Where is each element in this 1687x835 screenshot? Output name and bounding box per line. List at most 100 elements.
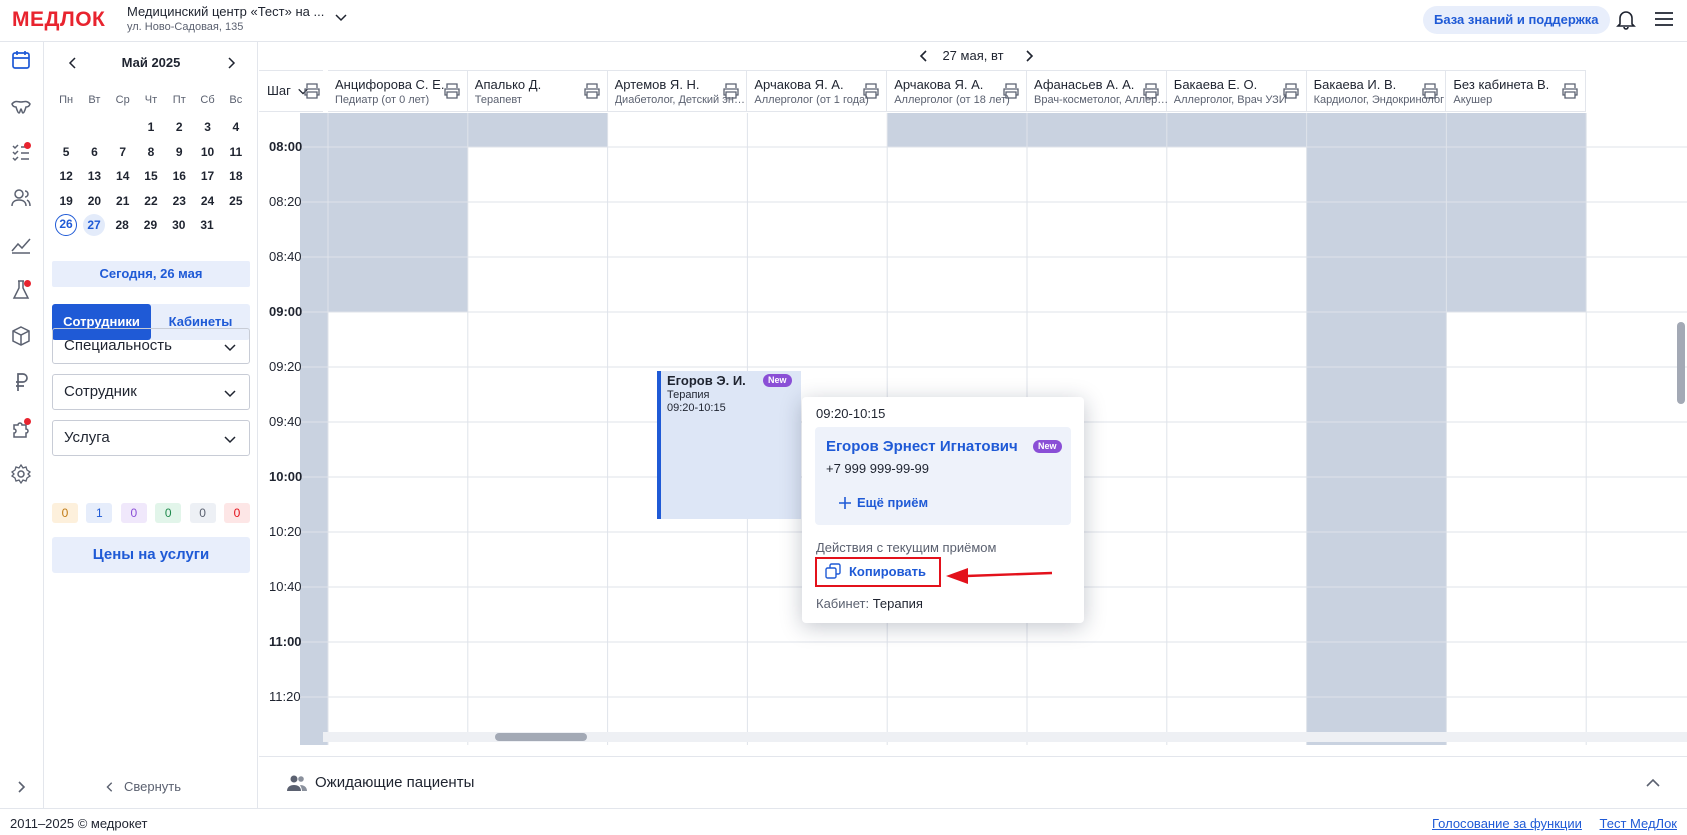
status-counter[interactable]: 0 — [223, 503, 250, 523]
calendar-day[interactable]: 17 — [193, 165, 221, 187]
box-icon[interactable] — [10, 325, 32, 347]
calendar-day[interactable]: 7 — [109, 141, 137, 163]
cabinet-info: Кабинет: Терапия — [816, 596, 923, 611]
waiting-patients-panel[interactable]: Ожидающие пациенты — [259, 756, 1687, 808]
calendar-day[interactable]: 10 — [193, 141, 221, 163]
calendar-day[interactable]: 11 — [222, 141, 250, 163]
printer-icon[interactable] — [583, 82, 601, 100]
employee-name: Без кабинета В. — [1453, 77, 1550, 92]
status-counter[interactable]: 1 — [86, 503, 113, 523]
employee-name: Афанасьев А. А. — [1034, 77, 1135, 92]
calendar-day[interactable]: 27 — [83, 214, 105, 236]
chevron-right-icon[interactable] — [14, 780, 28, 794]
appointment-patient: Егоров Э. И. — [667, 373, 746, 388]
calendar-day[interactable]: 1 — [137, 116, 165, 138]
ruble-icon[interactable] — [10, 371, 32, 393]
calendar-day[interactable]: 19 — [52, 190, 80, 212]
prices-button[interactable]: Цены на услуги — [52, 537, 250, 573]
logo[interactable]: МЕДЛОК — [12, 8, 105, 32]
calendar-day[interactable]: 24 — [193, 190, 221, 212]
calendar-day[interactable]: 15 — [137, 165, 165, 187]
calendar-day[interactable]: 26 — [55, 214, 77, 236]
calendar-day[interactable]: 13 — [80, 165, 108, 187]
calendar-day[interactable]: 8 — [137, 141, 165, 163]
test-link[interactable]: Тест МедЛок — [1600, 816, 1677, 831]
appointment-card[interactable]: Егоров Э. И. New Терапия 09:20-10:15 — [657, 371, 801, 519]
copy-button[interactable]: Копировать — [815, 557, 941, 587]
chevron-right-icon[interactable] — [224, 56, 238, 70]
weekday-label: Вт — [88, 94, 101, 106]
chevron-right-icon[interactable] — [1022, 49, 1036, 63]
status-counter[interactable]: 0 — [120, 503, 147, 523]
calendar-day[interactable]: 18 — [222, 165, 250, 187]
copy-icon — [825, 563, 841, 579]
analytics-icon[interactable] — [10, 233, 32, 255]
collapse-button[interactable]: Свернуть — [104, 779, 181, 794]
printer-icon[interactable] — [1282, 82, 1300, 100]
calendar-day[interactable]: 16 — [165, 165, 193, 187]
chevron-down-icon[interactable] — [334, 10, 348, 24]
printer-icon[interactable] — [1142, 82, 1160, 100]
date-navigator: 27 мая, вт — [259, 42, 1687, 70]
calendar-day[interactable]: 25 — [222, 190, 250, 212]
scroll-thumb[interactable] — [495, 733, 587, 741]
time-label: 08:40 — [269, 249, 302, 264]
calendar-day[interactable]: 20 — [80, 190, 108, 212]
calendar-day[interactable]: 14 — [109, 165, 137, 187]
chevron-down-icon — [224, 436, 236, 444]
time-label: 08:20 — [269, 194, 302, 209]
patient-name-link[interactable]: Егоров Эрнест Игнатович — [826, 438, 1018, 455]
menu-icon[interactable] — [1654, 10, 1674, 28]
printer-icon[interactable] — [1561, 82, 1579, 100]
calendar-day[interactable]: 30 — [165, 214, 193, 236]
printer-icon[interactable] — [862, 82, 880, 100]
gear-icon[interactable] — [10, 463, 32, 485]
chevron-left-icon[interactable] — [917, 49, 931, 63]
calendar-day[interactable]: 5 — [52, 141, 80, 163]
service-select[interactable]: Услуга — [52, 420, 250, 456]
calendar-day[interactable]: 4 — [222, 116, 250, 138]
vertical-scroll-thumb[interactable] — [1677, 322, 1685, 404]
bell-icon[interactable] — [1615, 8, 1637, 30]
calendar-day[interactable]: 28 — [108, 214, 136, 236]
calendar-day[interactable]: 31 — [193, 214, 221, 236]
voting-link[interactable]: Голосование за функции — [1432, 816, 1582, 831]
horizontal-scrollbar[interactable] — [323, 732, 1687, 742]
clinic-name: Медицинский центр «Тест» на ... — [127, 4, 325, 19]
calendar-day[interactable]: 29 — [136, 214, 164, 236]
add-appointment-button[interactable]: Ещё приём — [839, 495, 928, 510]
users-icon[interactable] — [10, 187, 32, 209]
printer-icon[interactable] — [303, 82, 321, 100]
calendar-day[interactable]: 2 — [165, 116, 193, 138]
today-button[interactable]: Сегодня, 26 мая — [52, 261, 250, 287]
calendar-day[interactable]: 23 — [165, 190, 193, 212]
step-label: Шаг — [267, 83, 291, 98]
calendar-day[interactable]: 21 — [109, 190, 137, 212]
status-counter[interactable]: 0 — [52, 503, 78, 523]
calendar-icon[interactable] — [10, 49, 32, 71]
annotation-arrow — [946, 568, 1053, 584]
chevron-up-icon[interactable] — [1645, 775, 1661, 791]
calendar-day[interactable]: 12 — [52, 165, 80, 187]
new-badge: New — [763, 374, 792, 387]
calendar-day[interactable]: 22 — [137, 190, 165, 212]
calendar-title: Май 2025 — [121, 55, 181, 70]
status-counter[interactable]: 0 — [189, 503, 216, 523]
calendar-week: 26 27 28 29 30 31 — [52, 214, 250, 236]
printer-icon[interactable] — [722, 82, 740, 100]
printer-icon[interactable] — [443, 82, 461, 100]
status-counter[interactable]: 0 — [155, 503, 182, 523]
specialty-select[interactable]: Специальность — [52, 328, 250, 364]
teeth-icon[interactable] — [10, 95, 32, 117]
knowledge-base-button[interactable]: База знаний и поддержка — [1423, 6, 1610, 34]
time-label: 11:00 — [269, 634, 302, 649]
notification-dot — [24, 280, 31, 287]
calendar-day[interactable]: 6 — [80, 141, 108, 163]
calendar-day[interactable]: 3 — [193, 116, 221, 138]
patient-phone: +7 999 999-99-99 — [826, 461, 930, 476]
calendar-day[interactable]: 9 — [165, 141, 193, 163]
printer-icon[interactable] — [1421, 82, 1439, 100]
clinic-selector[interactable]: Медицинский центр «Тест» на ... ул. Ново… — [127, 4, 324, 33]
printer-icon[interactable] — [1002, 82, 1020, 100]
employee-select[interactable]: Сотрудник — [52, 374, 250, 410]
